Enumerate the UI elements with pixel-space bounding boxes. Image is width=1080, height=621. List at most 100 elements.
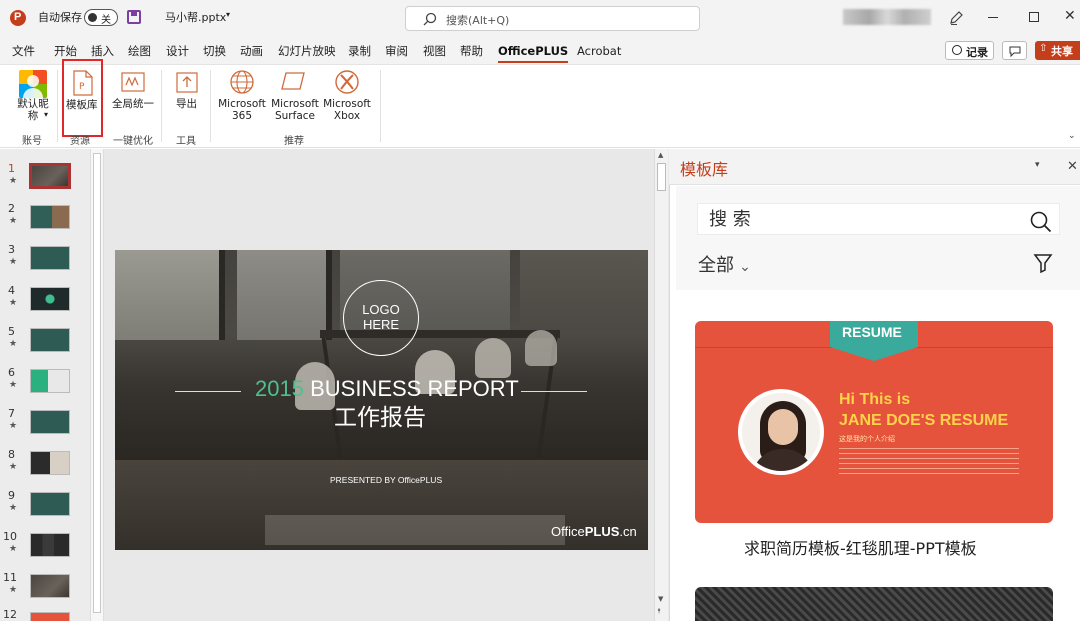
template-card[interactable] [695, 587, 1053, 621]
tab-slideshow[interactable]: 幻灯片放映 [278, 44, 336, 58]
slide-thumbnail[interactable] [30, 287, 70, 311]
slide-thumbnail[interactable] [29, 163, 71, 189]
search-icon[interactable] [1030, 211, 1052, 233]
slide-thumbnail[interactable] [30, 612, 70, 621]
group-recommend: 推荐 [284, 136, 304, 147]
microsoft-surface-label-line1: Microsoft [271, 98, 319, 110]
microsoft-surface-button[interactable]: Microsoft Surface [268, 98, 322, 122]
search-box[interactable]: 搜索(Alt+Q) [405, 6, 700, 31]
tab-draw[interactable]: 绘图 [128, 44, 151, 58]
unify-icon [121, 72, 145, 92]
account-avatar[interactable] [843, 9, 931, 25]
close-button[interactable]: ✕ [1064, 8, 1076, 24]
comment-icon [1009, 46, 1021, 57]
current-slide[interactable]: LOGO HERE 2015 BUSINESS REPORT 工作报告 PRES… [115, 250, 648, 550]
slide-thumbnail[interactable] [30, 410, 70, 434]
prev-slide-icon[interactable]: ⯭ [657, 607, 661, 616]
slide-thumbnail[interactable] [30, 574, 70, 598]
slide-window [115, 250, 225, 340]
tab-animations[interactable]: 动画 [240, 44, 263, 58]
slide-number: 4 [8, 284, 15, 297]
tab-acrobat[interactable]: Acrobat [577, 44, 621, 58]
filename-chevron-down-icon[interactable]: ▾ [226, 10, 230, 19]
tab-design[interactable]: 设计 [166, 44, 189, 58]
title-bar: P 自动保存 关 马小帮.pptx ▾ 搜索(Alt+Q) ✕ [0, 0, 1080, 38]
microsoft-xbox-button[interactable]: Microsoft Xbox [321, 98, 373, 122]
tab-file[interactable]: 文件 [12, 44, 35, 58]
slide-thumbnail[interactable] [30, 451, 70, 475]
group-account: 账号 [22, 136, 42, 147]
tab-help[interactable]: 帮助 [460, 44, 483, 58]
ribbon-collapse-chevron-icon[interactable]: ⌄ [1068, 131, 1076, 141]
filename[interactable]: 马小帮.pptx [165, 11, 226, 25]
microsoft-365-label-line1: Microsoft [218, 98, 266, 110]
card-name-line: JANE DOE'S RESUME [839, 412, 1009, 429]
tab-view[interactable]: 视图 [423, 44, 446, 58]
maximize-button[interactable] [1029, 12, 1039, 22]
slide-scrollbar[interactable]: ▲ ▼ ⯭ [654, 149, 668, 621]
tab-officeplus[interactable]: OfficePLUS [498, 44, 569, 63]
export-button[interactable]: 导出 [176, 98, 197, 110]
slide-number: 12 [3, 608, 17, 621]
panel-close-icon[interactable]: ✕ [1067, 159, 1078, 174]
search-placeholder: 搜索(Alt+Q) [446, 14, 510, 27]
unify-button[interactable]: 全局统一 [112, 98, 154, 110]
default-nick-avatar-icon [19, 70, 47, 98]
slide-thumbnail[interactable] [30, 246, 70, 270]
save-icon[interactable] [127, 10, 141, 24]
slide-thumbnail[interactable] [30, 369, 70, 393]
minimize-button[interactable] [988, 17, 998, 18]
slide-number: 10 [3, 530, 17, 543]
share-button[interactable]: ⇧ 共享 [1035, 41, 1080, 60]
default-nick-button[interactable]: 默认昵称 ▾ [12, 98, 54, 122]
tab-review[interactable]: 审阅 [385, 44, 408, 58]
thumbnails-scrollbar[interactable] [90, 149, 104, 621]
slide-transition-star-icon: ★ [9, 216, 18, 226]
group-optimize: 一键优化 [113, 136, 153, 147]
category-filter-dropdown[interactable]: 全部 ⌄ [698, 255, 751, 277]
slide-number: 11 [3, 571, 17, 584]
panel-options-chevron-icon[interactable]: ▾ [1035, 160, 1040, 170]
template-library-button[interactable]: P 模板库 [62, 59, 103, 137]
slide-thumbnail[interactable] [30, 205, 70, 229]
powerpoint-logo-icon: P [10, 10, 26, 26]
svg-text:P: P [79, 82, 85, 92]
ribbon-separator [210, 70, 211, 142]
slide-presented-by: PRESENTED BY OfficePLUS [330, 475, 443, 485]
globe-icon [230, 70, 254, 94]
scroll-down-arrow-icon[interactable]: ▼ [658, 595, 663, 603]
category-chevron-down-icon: ⌄ [739, 259, 751, 275]
slide-thumbnail[interactable] [30, 328, 70, 352]
slide-thumbnail[interactable] [30, 492, 70, 516]
tab-record[interactable]: 录制 [348, 44, 371, 58]
slide-transition-star-icon: ★ [9, 176, 18, 186]
pen-icon[interactable] [948, 10, 964, 26]
ribbon-panel [0, 64, 1080, 148]
tab-insert[interactable]: 插入 [91, 44, 114, 58]
scroll-up-arrow-icon[interactable]: ▲ [658, 151, 663, 159]
slide-title-en-text: BUSINESS REPORT [310, 376, 519, 401]
group-tools: 工具 [176, 136, 196, 147]
search-icon [423, 12, 437, 26]
slide-transition-star-icon: ★ [9, 585, 18, 595]
template-caption[interactable]: 求职简历模板-红毯肌理-PPT模板 [744, 539, 977, 559]
default-nick-chevron-down-icon: ▾ [44, 110, 49, 119]
scroll-thumb[interactable] [657, 163, 666, 191]
record-button[interactable]: 记录 [945, 41, 994, 60]
comments-button[interactable] [1002, 41, 1027, 60]
ribbon-separator [57, 70, 58, 142]
slide-number: 6 [8, 366, 15, 379]
template-card[interactable]: RESUME Hi This is JANE DOE'S RESUME 这是我的… [695, 321, 1053, 523]
tab-home[interactable]: 开始 [54, 44, 77, 58]
tab-transitions[interactable]: 切换 [203, 44, 226, 58]
slide-thumbnail[interactable] [30, 533, 70, 557]
slide-year: 2015 [255, 376, 304, 401]
microsoft-365-button[interactable]: Microsoft 365 [216, 98, 268, 122]
panel-search-box[interactable]: 搜 索 [697, 203, 1060, 235]
filter-funnel-icon[interactable] [1033, 253, 1053, 273]
ribbon-separator [380, 70, 381, 142]
card-portrait [738, 389, 824, 475]
template-library-label: 模板库 [66, 99, 98, 111]
export-icon [176, 72, 198, 93]
autosave-toggle[interactable]: 关 [84, 9, 118, 26]
